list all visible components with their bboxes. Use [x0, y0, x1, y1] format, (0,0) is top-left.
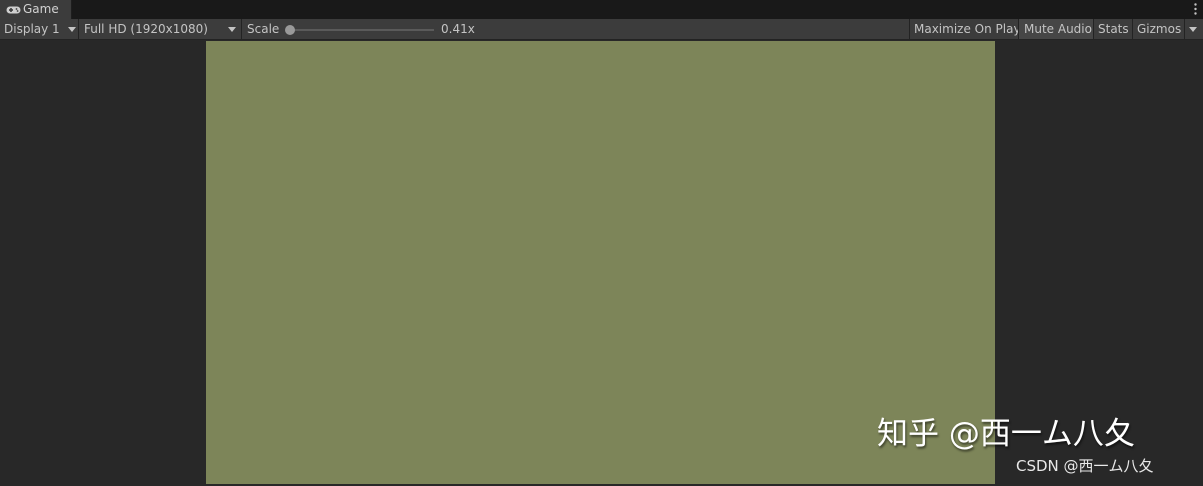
gizmos-toggle[interactable]: Gizmos — [1133, 19, 1185, 39]
display-dropdown-label: Display 1 — [4, 22, 60, 36]
mute-audio-toggle[interactable]: Mute Audio — [1019, 19, 1094, 39]
display-dropdown[interactable]: Display 1 — [0, 19, 79, 39]
chevron-down-icon — [228, 27, 236, 32]
game-view-window: Game Display 1 Full HD (1920x1080) Scale… — [0, 0, 1203, 486]
csdn-watermark: CSDN @西一ム八夂 — [1016, 457, 1154, 475]
more-options-icon[interactable] — [1194, 3, 1197, 15]
tab-bar: Game — [0, 0, 1203, 19]
scale-label: Scale — [247, 22, 280, 36]
stats-toggle[interactable]: Stats — [1094, 19, 1133, 39]
maximize-on-play-toggle[interactable]: Maximize On Play — [909, 19, 1019, 39]
tab-game[interactable]: Game — [0, 0, 72, 19]
resolution-dropdown[interactable]: Full HD (1920x1080) — [79, 19, 242, 39]
chevron-down-icon — [1189, 27, 1197, 32]
chevron-down-icon — [68, 27, 76, 32]
tab-game-label: Game — [23, 2, 59, 16]
gamepad-icon — [6, 6, 21, 14]
gizmos-dropdown[interactable] — [1185, 19, 1203, 39]
scale-slider-track[interactable] — [292, 29, 434, 31]
game-view-toolbar: Display 1 Full HD (1920x1080) Scale 0.41… — [0, 19, 1203, 40]
zhihu-watermark: 知乎 @西一ム八夂 — [877, 416, 1135, 452]
scale-value: 0.41x — [441, 22, 475, 36]
resolution-dropdown-label: Full HD (1920x1080) — [84, 22, 208, 36]
scale-slider-thumb[interactable] — [285, 25, 295, 35]
